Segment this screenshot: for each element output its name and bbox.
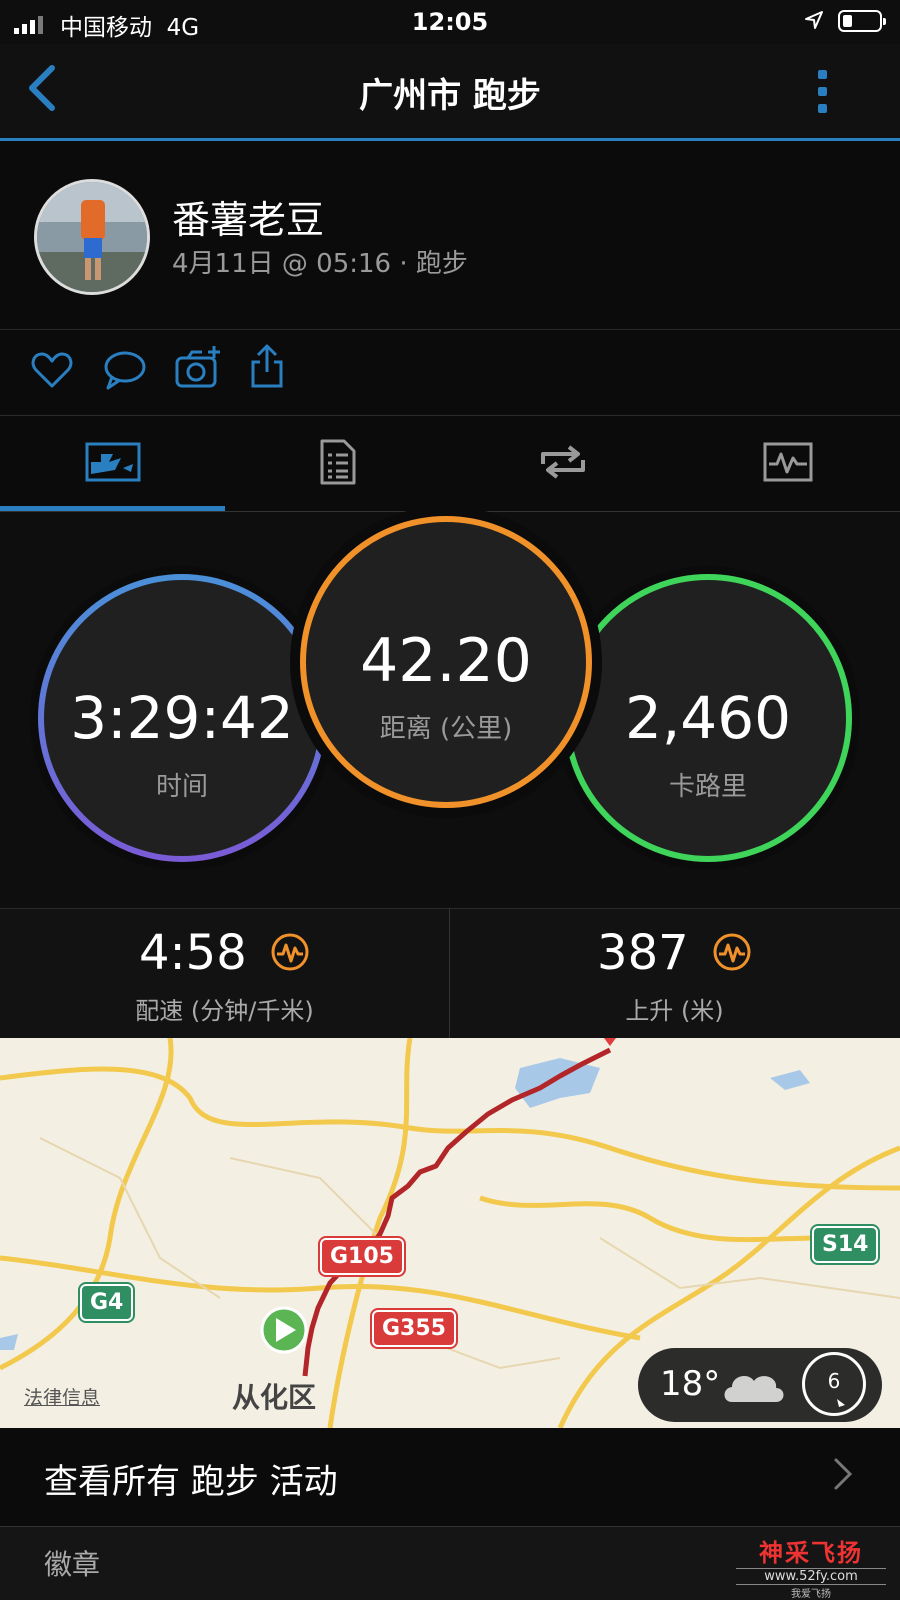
watermark-tagline: 我爱飞扬 [791,1589,831,1600]
watermark-title: 神采飞扬 [759,1539,863,1567]
clock: 12:05 [411,8,489,36]
calories-ring: 2,460 卡路里 [564,574,852,862]
details-icon [318,437,358,491]
more-options-icon[interactable] [818,70,830,113]
tab-charts[interactable] [675,416,900,511]
calories-label: 卡路里 [668,772,747,802]
weather-widget[interactable]: 18° 6 [638,1348,882,1422]
heart-icon[interactable] [30,348,74,396]
ascent-label: 上升 (米) [625,997,724,1025]
distance-value: 42.20 [360,626,532,696]
camera-add-icon[interactable] [174,344,222,396]
user-name[interactable]: 番薯老豆 [172,189,324,244]
battery-icon [838,10,886,32]
comment-icon[interactable] [102,348,148,396]
badges-label: 徽章 [44,1548,101,1581]
avatar[interactable] [34,179,150,295]
pace-value-row: 4:58 [0,925,449,984]
ascent-metric[interactable]: 387 上升 (米) [450,909,899,1039]
chevron-right-icon [832,1456,854,1496]
district-label: 从化区 [232,1381,317,1414]
time-value: 3:29:42 [70,684,294,752]
road-shield-s14: S14 [812,1226,879,1263]
summary-icon [85,442,141,486]
watermark-url: www.52fy.com [736,1568,886,1585]
activity-tabs [0,416,900,512]
legal-info-link[interactable]: 法律信息 [24,1383,100,1410]
laps-icon [537,444,589,484]
active-tab-indicator [0,506,225,511]
activity-meta: 4月11日 @ 05:16 · 跑步 [172,249,468,279]
pace-label: 配速 (分钟/千米) [135,997,314,1025]
pace-metric[interactable]: 4:58 配速 (分钟/千米) [0,909,449,1039]
road-shield-g4: G4 [80,1284,134,1321]
distance-label: 距离 (公里) [379,714,513,744]
cloud-icon [720,1364,790,1410]
charts-icon [763,442,813,486]
temperature: 18° [660,1364,721,1404]
site-watermark: 神采飞扬 www.52fy.com 我爱飞扬 [736,1533,886,1600]
tab-laps[interactable] [450,416,675,511]
location-arrow-icon [804,10,824,36]
pace-insight-icon [270,928,310,984]
tab-details[interactable] [225,416,450,511]
ascent-value-row: 387 [450,925,899,984]
tab-summary[interactable] [0,416,225,511]
road-shield-g355: G355 [372,1310,456,1347]
status-bar: 中国移动 4G 12:05 [0,0,900,44]
distance-ring: 42.20 距离 (公里) [300,516,592,808]
ascent-insight-icon [712,928,752,984]
stats-panel: 3:29:42 时间 2,460 卡路里 42.20 距离 (公里) [0,506,900,908]
metrics-divider [449,908,450,1038]
social-actions [0,330,900,416]
road-shield-g105: G105 [320,1238,404,1275]
time-label: 时间 [155,772,208,802]
calories-value: 2,460 [624,684,792,752]
metrics-row: 4:58 配速 (分钟/千米) 387 上升 (米) [0,908,900,1039]
wind-dial: 6 [802,1352,866,1416]
ascent-value: 387 [597,925,689,981]
route-map[interactable]: G105 G355 G4 S14 法律信息 从化区 18° 6 [0,1038,900,1428]
time-ring: 3:29:42 时间 [38,574,326,862]
pace-value: 4:58 [138,925,247,981]
share-icon[interactable] [248,342,286,394]
nav-bar: 广州市 跑步 [0,44,900,141]
page-title: 广州市 跑步 [359,76,541,116]
view-all-label: 查看所有 跑步 活动 [44,1462,338,1502]
view-all-activities-row[interactable]: 查看所有 跑步 活动 [0,1428,900,1527]
activity-header: 番薯老豆 4月11日 @ 05:16 · 跑步 [0,141,900,330]
